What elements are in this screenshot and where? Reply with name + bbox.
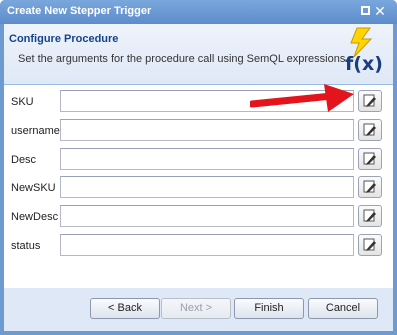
maximize-icon[interactable] xyxy=(358,4,372,18)
edit-expression-button-username[interactable] xyxy=(358,119,382,141)
cancel-button[interactable]: Cancel xyxy=(308,298,378,319)
edit-expression-button-status[interactable] xyxy=(358,234,382,256)
pencil-edit-icon xyxy=(363,152,376,165)
pencil-edit-icon xyxy=(363,180,376,193)
pencil-edit-icon xyxy=(363,209,376,222)
finish-button[interactable]: Finish xyxy=(234,298,304,319)
username-input[interactable] xyxy=(60,119,354,141)
newdesc-input[interactable] xyxy=(60,205,354,227)
edit-expression-button-sku[interactable] xyxy=(358,90,382,112)
title-bar[interactable]: Create New Stepper Trigger ✕ xyxy=(0,0,397,24)
field-label-desc: Desc xyxy=(11,154,37,166)
fx-label: f(x) xyxy=(345,53,383,75)
field-label-username: username xyxy=(11,125,60,137)
field-label-status: status xyxy=(11,240,41,252)
pencil-edit-icon xyxy=(363,123,376,136)
window-title: Create New Stepper Trigger xyxy=(7,5,152,17)
newsku-input[interactable] xyxy=(60,176,354,198)
page-title: Configure Procedure xyxy=(9,33,119,45)
wizard-header: Configure Procedure Set the arguments fo… xyxy=(4,24,393,85)
edit-expression-button-newsku[interactable] xyxy=(358,176,382,198)
function-fx-icon: f(x) xyxy=(340,27,384,79)
pencil-edit-icon xyxy=(363,238,376,251)
dialog-content: Configure Procedure Set the arguments fo… xyxy=(4,24,393,331)
page-description: Set the arguments for the procedure call… xyxy=(18,53,349,65)
pencil-edit-icon xyxy=(363,94,376,107)
close-icon[interactable]: ✕ xyxy=(373,4,387,18)
field-label-sku: SKU xyxy=(11,96,34,108)
edit-expression-button-newdesc[interactable] xyxy=(358,205,382,227)
status-input[interactable] xyxy=(60,234,354,256)
next-button[interactable]: Next > xyxy=(161,298,231,319)
field-label-newdesc: NewDesc xyxy=(11,211,59,223)
edit-expression-button-desc[interactable] xyxy=(358,148,382,170)
back-button[interactable]: < Back xyxy=(90,298,160,319)
button-bar: < Back Next > Finish Cancel xyxy=(4,288,393,331)
annotation-arrow-icon xyxy=(250,84,354,112)
field-label-newsku: NewSKU xyxy=(11,182,56,194)
dialog-window: Create New Stepper Trigger ✕ Configure P… xyxy=(0,0,397,335)
desc-input[interactable] xyxy=(60,148,354,170)
